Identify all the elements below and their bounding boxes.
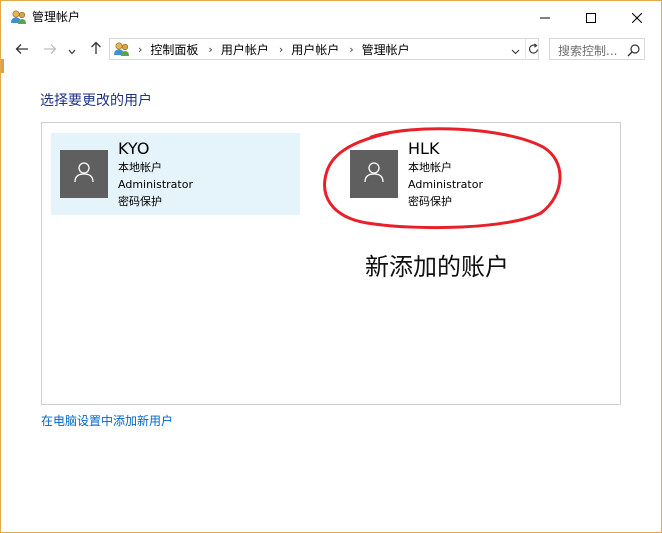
- minimize-icon: [540, 8, 550, 27]
- arrow-right-icon: [43, 40, 57, 59]
- chevron-down-icon: [511, 40, 520, 59]
- user-name: KYO: [118, 139, 150, 158]
- minimize-button[interactable]: [522, 1, 568, 33]
- avatar: [60, 150, 108, 198]
- address-dropdown-button[interactable]: [507, 39, 523, 59]
- close-icon: [631, 8, 643, 27]
- user-card-kyo[interactable]: KYO 本地帐户 Administrator 密码保护: [51, 133, 300, 215]
- annotation-circle: [323, 127, 562, 230]
- manage-accounts-window: 管理帐户 › 控制面板 › 用户帐户 › 用户帐户 › 管理帐户 搜索控制...…: [0, 0, 662, 533]
- breadcrumb: › 控制面板 › 用户帐户 › 用户帐户 › 管理帐户: [134, 39, 410, 59]
- users-icon: [10, 9, 28, 25]
- user-icon: [73, 161, 95, 187]
- search-input[interactable]: 搜索控制...: [558, 42, 617, 59]
- title-bar[interactable]: 管理帐户: [1, 1, 661, 33]
- search-box[interactable]: 搜索控制...: [549, 38, 645, 60]
- window-title: 管理帐户: [32, 10, 81, 24]
- chevron-right-icon[interactable]: ›: [208, 43, 212, 56]
- close-button[interactable]: [614, 1, 660, 33]
- annotation-label: 新添加的账户: [365, 253, 509, 281]
- refresh-button[interactable]: [525, 39, 540, 59]
- page-title: 选择要更改的用户: [40, 93, 152, 109]
- back-button[interactable]: [11, 39, 33, 59]
- forward-button[interactable]: [39, 39, 61, 59]
- arrow-left-icon: [15, 40, 29, 59]
- search-icon[interactable]: [627, 42, 641, 57]
- account-type: 本地帐户: [118, 161, 162, 174]
- maximize-button[interactable]: [568, 1, 614, 33]
- chevron-right-icon[interactable]: ›: [349, 43, 353, 56]
- address-bar[interactable]: › 控制面板 › 用户帐户 › 用户帐户 › 管理帐户: [109, 38, 539, 60]
- chevron-right-icon[interactable]: ›: [279, 43, 283, 56]
- window-edge-marker: [1, 59, 4, 73]
- breadcrumb-user-accounts-sub[interactable]: 用户帐户: [291, 41, 339, 58]
- chevron-down-icon: [68, 40, 76, 59]
- refresh-icon: [528, 40, 539, 59]
- password-status: 密码保护: [118, 195, 162, 208]
- control-panel-icon: [113, 41, 131, 57]
- breadcrumb-manage-accounts[interactable]: 管理帐户: [362, 41, 410, 58]
- chevron-right-icon[interactable]: ›: [138, 43, 142, 56]
- navigation-bar: › 控制面板 › 用户帐户 › 用户帐户 › 管理帐户 搜索控制...: [1, 34, 661, 64]
- recent-locations-button[interactable]: [65, 39, 79, 59]
- add-user-link[interactable]: 在电脑设置中添加新用户: [41, 412, 173, 429]
- maximize-icon: [586, 8, 596, 27]
- arrow-up-icon: [90, 40, 102, 59]
- account-role: Administrator: [118, 178, 193, 191]
- breadcrumb-user-accounts[interactable]: 用户帐户: [221, 41, 269, 58]
- breadcrumb-control-panel[interactable]: 控制面板: [150, 41, 198, 58]
- up-button[interactable]: [85, 39, 107, 59]
